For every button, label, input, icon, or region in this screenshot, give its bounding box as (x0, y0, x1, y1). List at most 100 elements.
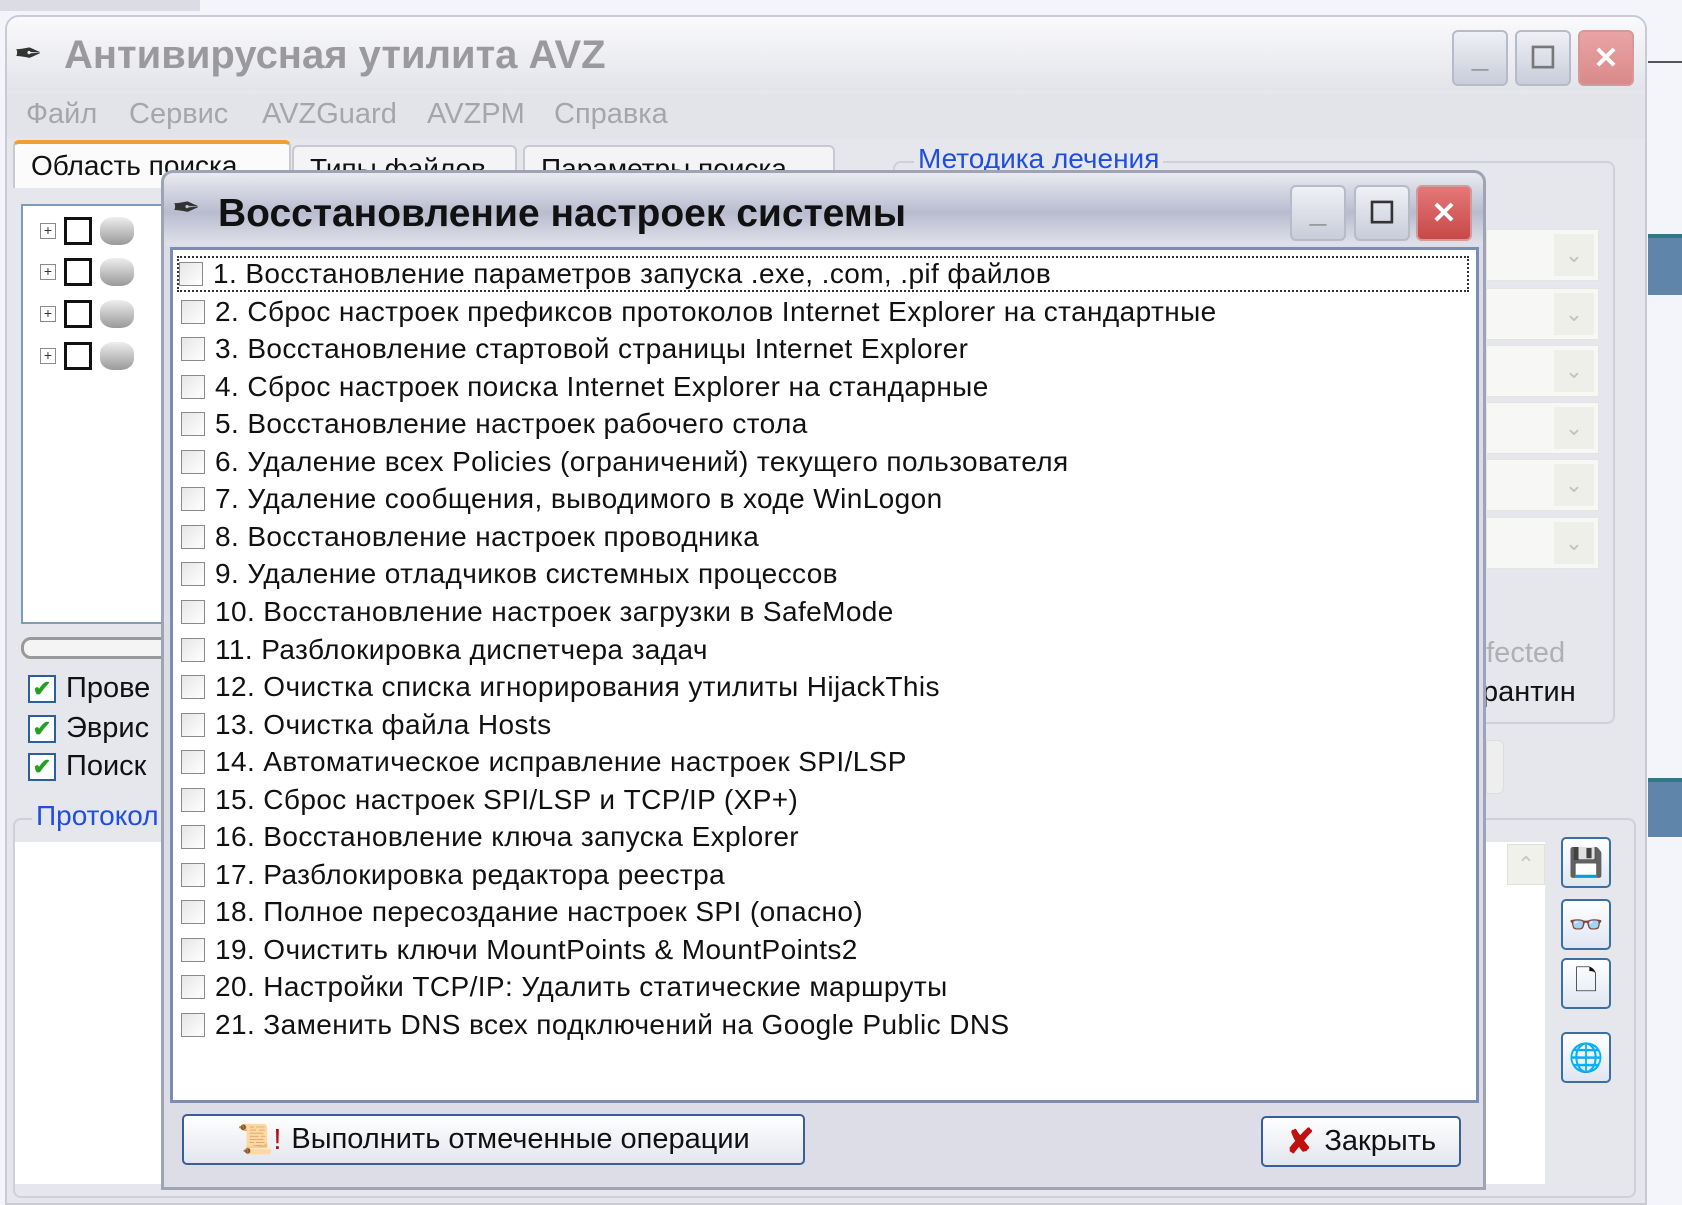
expand-icon[interactable]: + (40, 223, 56, 239)
log-scroll-up-button[interactable]: ⌃ (1507, 844, 1545, 885)
operation-item[interactable]: 1. Восстановление параметров запуска .ex… (177, 256, 1469, 292)
operation-checkbox[interactable] (181, 825, 205, 850)
execute-operations-button[interactable]: 📜! Выполнить отмеченные операции (182, 1114, 805, 1165)
cdrom-icon (100, 342, 134, 370)
operation-checkbox[interactable] (181, 412, 205, 437)
treatment-combo[interactable]: ⌄ (1486, 459, 1599, 511)
operation-label: 16. Восстановление ключа запуска Explore… (215, 821, 800, 853)
checkmark-icon[interactable]: ✔ (28, 714, 56, 743)
operation-item[interactable]: 16. Восстановление ключа запуска Explore… (181, 819, 799, 855)
operation-item[interactable]: 2. Сброс настроек префиксов протоколов I… (181, 294, 1217, 330)
treatment-combo[interactable]: ⌄ (1486, 402, 1599, 454)
tree-checkbox[interactable] (64, 217, 92, 245)
operation-item[interactable]: 18. Полное пересоздание настроек SPI (оп… (181, 894, 863, 930)
checkmark-icon[interactable]: ✔ (28, 674, 56, 703)
operation-item[interactable]: 15. Сброс настроек SPI/LSP и TCP/IP (XP+… (181, 782, 798, 818)
menu-avzpm[interactable]: AVZPM (427, 98, 525, 131)
tree-node[interactable]: + (40, 296, 134, 332)
treatment-combo[interactable]: ⌄ (1486, 517, 1599, 569)
expand-icon[interactable]: + (40, 306, 56, 322)
main-minimize-button[interactable]: _ (1452, 30, 1508, 86)
operation-item[interactable]: 3. Восстановление стартовой страницы Int… (181, 331, 968, 367)
operation-label: 17. Разблокировка редактора реестра (215, 858, 726, 890)
tree-checkbox[interactable] (64, 300, 92, 328)
operation-checkbox[interactable] (181, 862, 205, 887)
operation-checkbox[interactable] (181, 374, 205, 399)
operation-item[interactable]: 7. Удаление сообщения, выводимого в ходе… (181, 481, 943, 517)
checkmark-icon[interactable]: ✔ (28, 752, 56, 781)
operation-checkbox[interactable] (181, 787, 205, 812)
tree-node[interactable]: + (40, 338, 134, 374)
red-x-icon: ✘ (1285, 1122, 1315, 1161)
dialog-close-button[interactable]: ✕ (1416, 185, 1472, 241)
operation-checkbox[interactable] (181, 1013, 205, 1037)
operation-item[interactable]: 13. Очистка файла Hosts (181, 707, 551, 743)
operation-label: 18. Полное пересоздание настроек SPI (оп… (215, 896, 864, 928)
operation-label: 10. Восстановление настроек загрузки в S… (215, 595, 894, 627)
operation-checkbox[interactable] (181, 299, 205, 324)
operation-item[interactable]: 6. Удаление всех Policies (ограничений) … (181, 444, 1069, 480)
dialog-minimize-button[interactable]: _ (1290, 185, 1346, 241)
menu-file[interactable]: Файл (26, 98, 97, 131)
operation-checkbox[interactable] (181, 599, 205, 624)
operation-item[interactable]: 14. Автоматическое исправление настроек … (181, 744, 907, 780)
clear-log-button[interactable]: 🗋 (1561, 958, 1611, 1009)
operation-checkbox[interactable] (181, 337, 205, 362)
background-line (1648, 61, 1682, 63)
operation-item[interactable]: 9. Удаление отладчиков системных процесс… (181, 556, 838, 592)
main-close-button[interactable]: ✕ (1578, 30, 1634, 86)
operation-checkbox[interactable] (181, 937, 205, 962)
tree-checkbox[interactable] (64, 258, 92, 286)
operation-checkbox[interactable] (181, 562, 205, 587)
operation-item[interactable]: 11. Разблокировка диспетчера задач (181, 632, 708, 668)
treatment-combo[interactable]: ⌄ (1486, 345, 1599, 397)
operation-label: 8. Восстановление настроек проводника (215, 520, 760, 552)
operation-item[interactable]: 12. Очистка списка игнорирования утилиты… (181, 669, 940, 705)
drive-icon (100, 217, 134, 245)
operation-checkbox[interactable] (181, 449, 205, 474)
save-log-button[interactable]: 💾 (1561, 837, 1611, 888)
tree-checkbox[interactable] (64, 342, 92, 370)
option-checkbox-2[interactable]: ✔ Эврис (28, 712, 149, 745)
operation-checkbox[interactable] (181, 900, 205, 925)
operation-checkbox[interactable] (181, 524, 205, 549)
main-maximize-button[interactable]: ☐ (1515, 30, 1571, 86)
menu-help[interactable]: Справка (554, 98, 668, 131)
operation-checkbox[interactable] (181, 487, 205, 512)
operation-checkbox[interactable] (181, 637, 205, 662)
drive-icon (100, 258, 134, 286)
minimize-icon: _ (1471, 41, 1489, 74)
tree-node[interactable]: + (40, 213, 134, 249)
expand-icon[interactable]: + (40, 264, 56, 280)
operation-checkbox[interactable] (181, 975, 205, 1000)
operation-item[interactable]: 4. Сброс настроек поиска Internet Explor… (181, 369, 989, 405)
operation-label: 21. Заменить DNS всех подключений на Goo… (215, 1009, 1010, 1040)
treatment-combo[interactable]: ⌄ (1486, 229, 1599, 281)
operation-label: 14. Автоматическое исправление настроек … (215, 746, 907, 778)
operation-item[interactable]: 20. Настройки TCP/IP: Удалить статически… (181, 969, 948, 1005)
option-checkbox-3[interactable]: ✔ Поиск (28, 750, 146, 783)
operation-item[interactable]: 10. Восстановление настроек загрузки в S… (181, 594, 894, 630)
treatment-combo[interactable]: ⌄ (1486, 288, 1599, 340)
network-button[interactable]: 🌐 (1561, 1032, 1611, 1083)
quarantine-label[interactable]: рантин (1482, 676, 1576, 709)
menu-avzguard[interactable]: AVZGuard (262, 98, 397, 131)
partial-button[interactable] (1486, 740, 1504, 794)
operation-checkbox[interactable] (179, 262, 203, 286)
close-dialog-button[interactable]: ✘ Закрыть (1261, 1116, 1461, 1167)
operation-checkbox[interactable] (181, 712, 205, 737)
operation-item[interactable]: 19. Очистить ключи MountPoints & MountPo… (181, 932, 858, 968)
operation-item[interactable]: 5. Восстановление настроек рабочего стол… (181, 406, 808, 442)
operation-checkbox[interactable] (181, 750, 205, 775)
operations-checklist[interactable]: 1. Восстановление параметров запуска .ex… (170, 247, 1479, 1103)
operation-item[interactable]: 17. Разблокировка редактора реестра (181, 857, 725, 893)
menu-service[interactable]: Сервис (129, 98, 228, 131)
operation-item[interactable]: 8. Восстановление настроек проводника (181, 519, 759, 555)
operation-checkbox[interactable] (181, 675, 205, 700)
expand-icon[interactable]: + (40, 348, 56, 364)
dialog-maximize-button[interactable]: ☐ (1354, 185, 1410, 241)
operation-item[interactable]: 21. Заменить DNS всех подключений на Goo… (181, 1007, 1010, 1043)
view-log-button[interactable]: 👓 (1561, 899, 1611, 950)
tree-node[interactable]: + (40, 254, 134, 290)
option-checkbox-1[interactable]: ✔ Прове (28, 672, 150, 705)
